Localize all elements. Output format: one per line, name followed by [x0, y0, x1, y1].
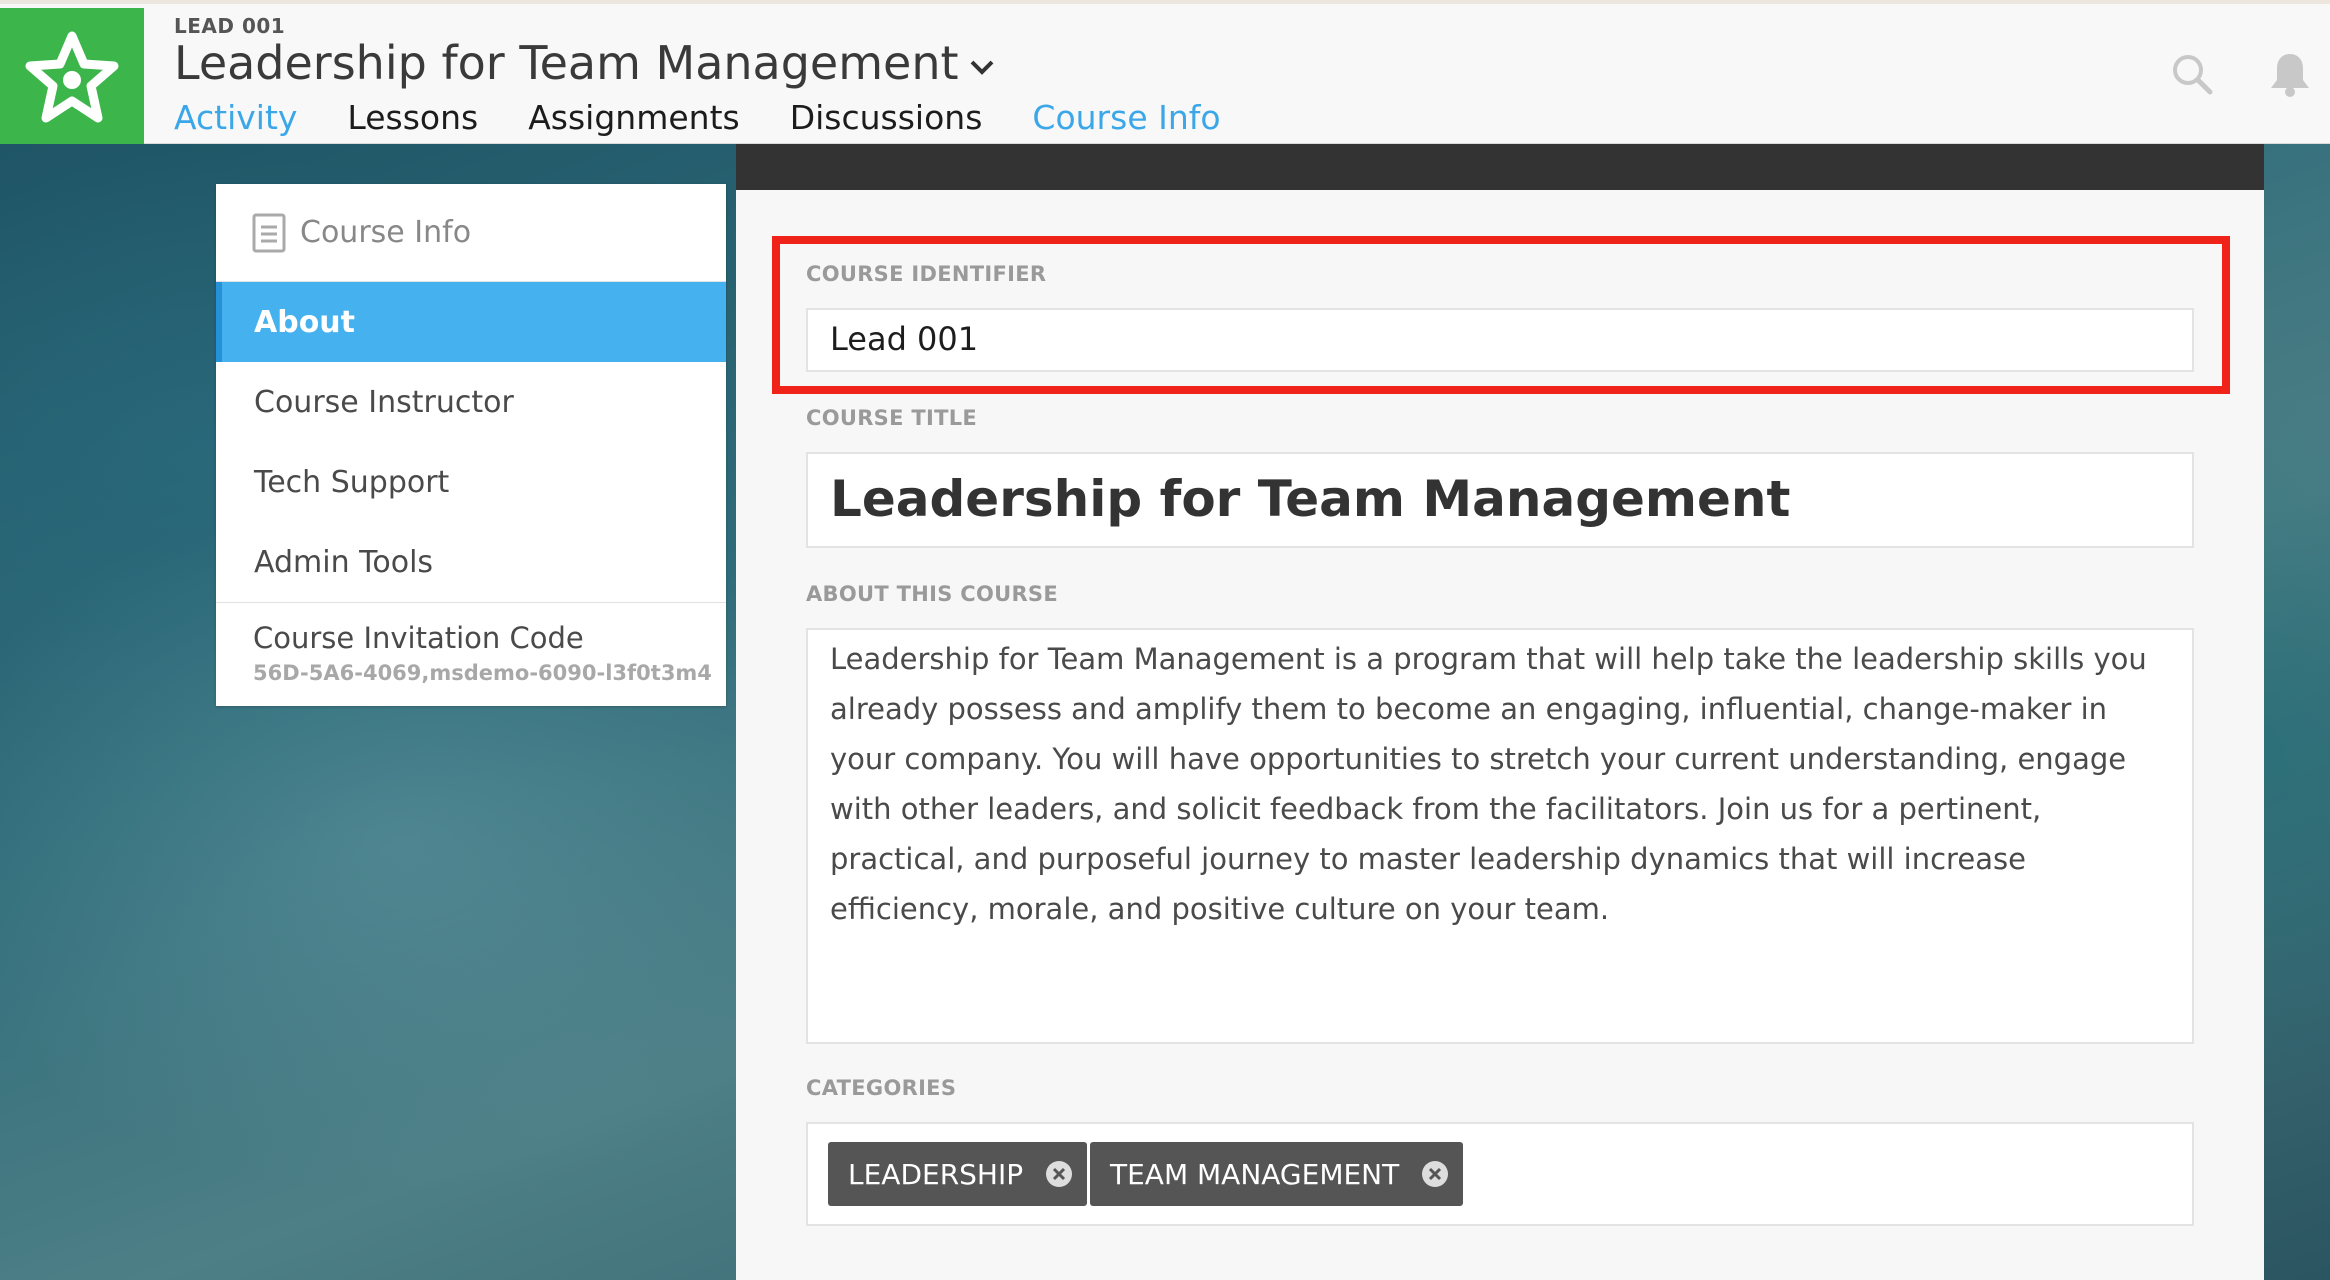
course-title-dropdown[interactable]: Leadership for Team Management [174, 36, 995, 90]
categories-field[interactable]: LEADERSHIP TEAM MANAGEMENT [806, 1122, 2194, 1226]
chevron-down-icon [970, 60, 993, 75]
sidebar-heading-label: Course Info [300, 215, 472, 250]
invitation-code-value: 56D-5A6-4069,msdemo-6090-l3f0t3m4 [253, 661, 712, 685]
app-logo[interactable] [0, 8, 144, 148]
sidebar-item-about[interactable]: About [216, 282, 726, 362]
about-course-text: Leadership for Team Management is a prog… [830, 642, 2147, 926]
course-tabs: Activity Lessons Assignments Discussions… [174, 96, 1271, 148]
search-icon[interactable] [2170, 52, 2214, 96]
sidebar-item-tech-support[interactable]: Tech Support [216, 442, 726, 522]
logo-star-icon [25, 31, 119, 123]
invitation-code-section: Course Invitation Code 56D-5A6-4069,msde… [216, 602, 726, 704]
document-icon [252, 213, 286, 252]
category-chip-leadership: LEADERSHIP [828, 1142, 1088, 1206]
sidebar-item-course-instructor[interactable]: Course Instructor [216, 362, 726, 442]
course-title: Leadership for Team Management [174, 36, 959, 90]
tab-discussions[interactable]: Discussions [790, 96, 983, 148]
course-info-panel: COURSE IDENTIFIER Lead 001 COURSE TITLE … [736, 144, 2264, 1280]
panel-header-strip [736, 144, 2264, 190]
about-course-textarea[interactable]: Leadership for Team Management is a prog… [806, 628, 2194, 1044]
top-header: LEAD 001 Leadership for Team Management … [0, 0, 2330, 148]
course-info-sidebar: Course Info About Course Instructor Tech… [216, 184, 726, 706]
course-title-field[interactable]: Leadership for Team Management [806, 452, 2194, 548]
remove-category-icon[interactable] [1045, 1160, 1073, 1188]
categories-label: CATEGORIES [806, 1076, 957, 1100]
category-chip-label: TEAM MANAGEMENT [1110, 1157, 1400, 1191]
about-course-label: ABOUT THIS COURSE [806, 582, 1059, 606]
tab-assignments[interactable]: Assignments [528, 96, 740, 148]
highlight-box [772, 236, 2230, 394]
course-title-value: Leadership for Team Management [830, 470, 1791, 528]
remove-category-icon[interactable] [1421, 1160, 1449, 1188]
tab-activity[interactable]: Activity [174, 96, 297, 148]
sidebar-item-admin-tools[interactable]: Admin Tools [216, 522, 726, 602]
category-chip-label: LEADERSHIP [848, 1157, 1024, 1191]
course-title-label: COURSE TITLE [806, 406, 978, 430]
bell-icon[interactable] [2266, 50, 2314, 98]
sidebar-heading: Course Info [216, 184, 726, 282]
category-chip-team-management: TEAM MANAGEMENT [1090, 1142, 1464, 1206]
tab-course-info[interactable]: Course Info [1032, 96, 1221, 148]
course-code: LEAD 001 [174, 14, 286, 38]
invitation-code-label: Course Invitation Code [253, 621, 584, 655]
tab-lessons[interactable]: Lessons [347, 96, 478, 148]
